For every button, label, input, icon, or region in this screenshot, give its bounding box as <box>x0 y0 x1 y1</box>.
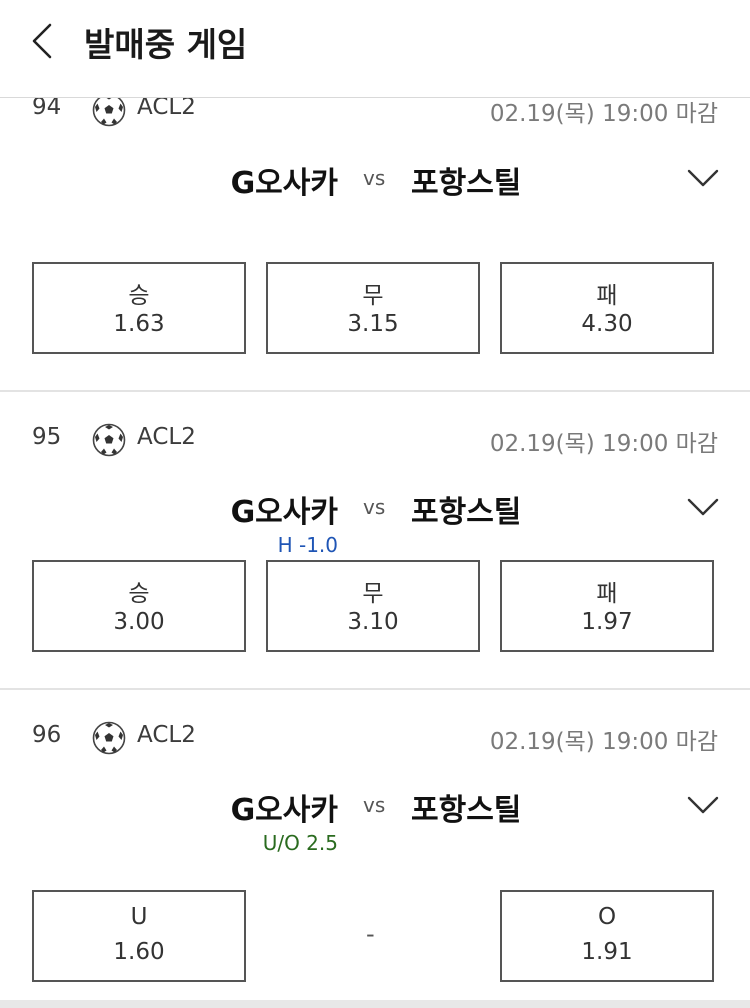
odds-button-under[interactable]: U 1.60 <box>32 890 246 982</box>
deadline-label: 02.19(목) 19:00 마감 <box>489 431 718 457</box>
deadline-label: 02.19(목) 19:00 마감 <box>489 101 718 127</box>
odds-value: 3.10 <box>347 609 399 635</box>
chevron-down-icon[interactable] <box>686 166 720 190</box>
game-divider <box>0 688 750 690</box>
home-team: G오사카 <box>230 793 338 828</box>
home-team: G오사카 <box>230 495 338 530</box>
odds-button-win[interactable]: 승 1.63 <box>32 262 246 354</box>
handicap-label: H -1.0 <box>277 533 338 557</box>
soccer-ball-icon <box>92 423 126 457</box>
odds-value: 3.00 <box>113 609 165 635</box>
soccer-ball-icon <box>92 93 126 127</box>
back-button[interactable] <box>18 16 68 66</box>
odds-label: 무 <box>362 283 384 309</box>
bottom-edge <box>0 1000 750 1008</box>
odds-value: 3.15 <box>347 311 399 337</box>
odds-label: U <box>130 904 148 930</box>
odds-value: 4.30 <box>581 311 633 337</box>
game-list: 94 ACL2 02.19(목) 19:00 마감 G오사카 vs 포항스틸 승… <box>0 0 750 1008</box>
odds-label: 패 <box>596 283 618 309</box>
odds-button-lose[interactable]: 패 4.30 <box>500 262 714 354</box>
odds-button-lose[interactable]: 패 1.97 <box>500 560 714 652</box>
odds-value: 1.91 <box>581 939 633 965</box>
chevron-down-icon[interactable] <box>686 495 720 519</box>
away-team: 포항스틸 <box>411 495 522 530</box>
odds-label: 패 <box>596 581 618 607</box>
league-label: ACL2 <box>137 424 196 450</box>
game-number: 95 <box>32 424 62 450</box>
odds-label: O <box>597 904 617 930</box>
away-team: 포항스틸 <box>411 793 522 828</box>
odds-label: 승 <box>128 581 150 607</box>
handicap-label: U/O 2.5 <box>262 831 338 855</box>
home-team: G오사카 <box>230 166 338 201</box>
league-label: ACL2 <box>137 722 196 748</box>
page-title: 발매중 게임 <box>84 25 248 64</box>
vs-label: vs <box>363 166 386 190</box>
deadline-label: 02.19(목) 19:00 마감 <box>489 729 718 755</box>
odds-button-win[interactable]: 승 3.00 <box>32 560 246 652</box>
odds-value: 1.63 <box>113 311 165 337</box>
odds-button-draw[interactable]: 무 3.15 <box>266 262 480 354</box>
soccer-ball-icon <box>92 721 126 755</box>
odds-value: 1.60 <box>113 939 165 965</box>
odds-button-over[interactable]: O 1.91 <box>500 890 714 982</box>
chevron-left-icon <box>32 23 52 59</box>
game-divider <box>0 390 750 392</box>
away-team: 포항스틸 <box>411 166 522 201</box>
chevron-down-icon[interactable] <box>686 793 720 817</box>
odds-button-draw[interactable]: 무 3.10 <box>266 560 480 652</box>
odds-label: 무 <box>362 581 384 607</box>
vs-label: vs <box>363 495 386 519</box>
app-header: 발매중 게임 <box>0 0 750 98</box>
game-number: 96 <box>32 722 62 748</box>
vs-label: vs <box>363 793 386 817</box>
no-draw-dash: - <box>366 920 375 948</box>
odds-label: 승 <box>128 283 150 309</box>
odds-value: 1.97 <box>581 609 633 635</box>
